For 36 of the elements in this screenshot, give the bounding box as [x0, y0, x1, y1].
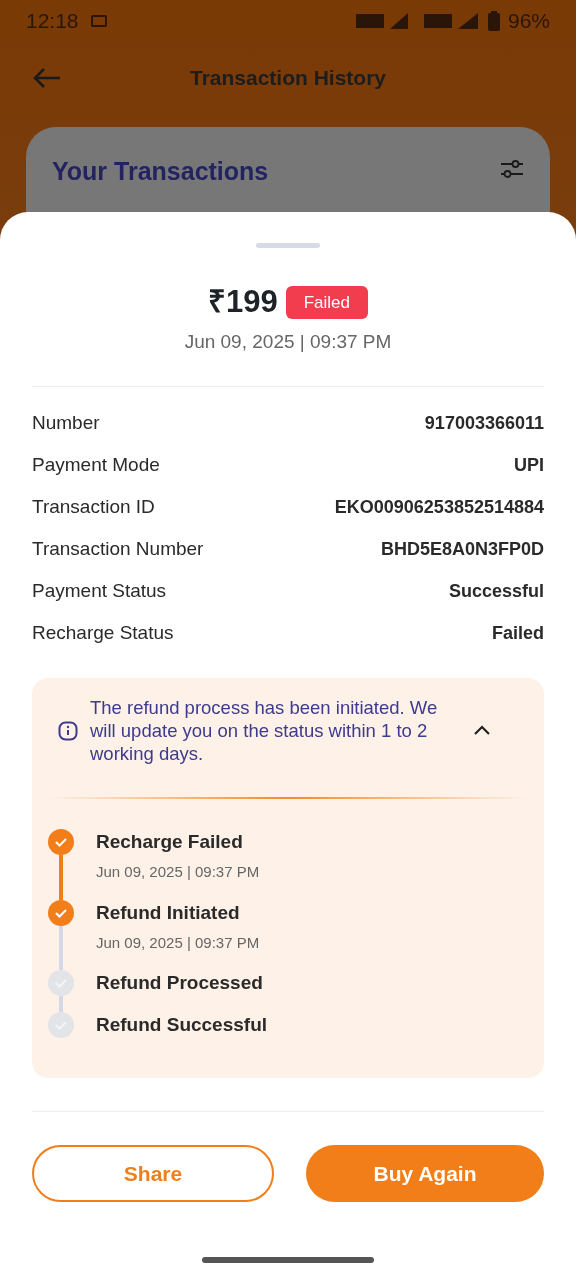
filter-icon[interactable] — [500, 157, 524, 181]
detail-value: BHD5E8A0N3FP0D — [380, 538, 544, 561]
detail-label: Transaction ID — [32, 495, 155, 520]
status-time: 12:18 — [26, 8, 79, 35]
buy-again-button[interactable]: Buy Again — [306, 1145, 544, 1202]
step-title: Refund Initiated — [96, 900, 241, 925]
share-button[interactable]: Share — [32, 1145, 274, 1202]
amount: ₹199 — [207, 283, 278, 321]
battery-icon — [487, 11, 500, 31]
refund-message: The refund process has been initiated. We will update you on the status within 1 to 2 working days. — [90, 696, 439, 765]
signal-icon — [423, 12, 480, 30]
step-date: Jun 09, 2025 | 09:37 PM — [96, 932, 260, 953]
battery-level: 96% — [507, 8, 550, 35]
step-title: Recharge Failed — [96, 830, 244, 854]
detail-label: Transaction Number — [32, 537, 204, 562]
notification-icon — [90, 15, 107, 27]
detail-value: Successful — [448, 580, 544, 603]
status-badge: Failed — [285, 285, 368, 319]
detail-label: Recharge Status — [32, 621, 174, 646]
drag-handle[interactable] — [256, 243, 320, 248]
info-icon — [58, 720, 78, 741]
transaction-date: Jun 09, 2025 | 09:37 PM — [183, 329, 393, 354]
detail-label: Payment Status — [32, 579, 167, 604]
detail-value: UPI — [514, 454, 544, 477]
detail-label: Number — [32, 411, 100, 436]
card-title: Your Transactions — [52, 156, 269, 187]
page-title: Transaction History — [189, 65, 387, 92]
detail-value: Failed — [492, 622, 544, 645]
detail-value: EKO00906253852514884 — [334, 496, 544, 519]
step-title: Refund Successful — [96, 1013, 268, 1037]
back-arrow-icon[interactable] — [32, 66, 62, 90]
step-date: Jun 09, 2025 | 09:37 PM — [96, 862, 260, 882]
detail-label: Payment Mode — [32, 453, 160, 478]
chevron-icon — [473, 725, 491, 736]
step-title: Refund Processed — [96, 971, 263, 995]
detail-value: 917003366011 — [424, 412, 544, 435]
